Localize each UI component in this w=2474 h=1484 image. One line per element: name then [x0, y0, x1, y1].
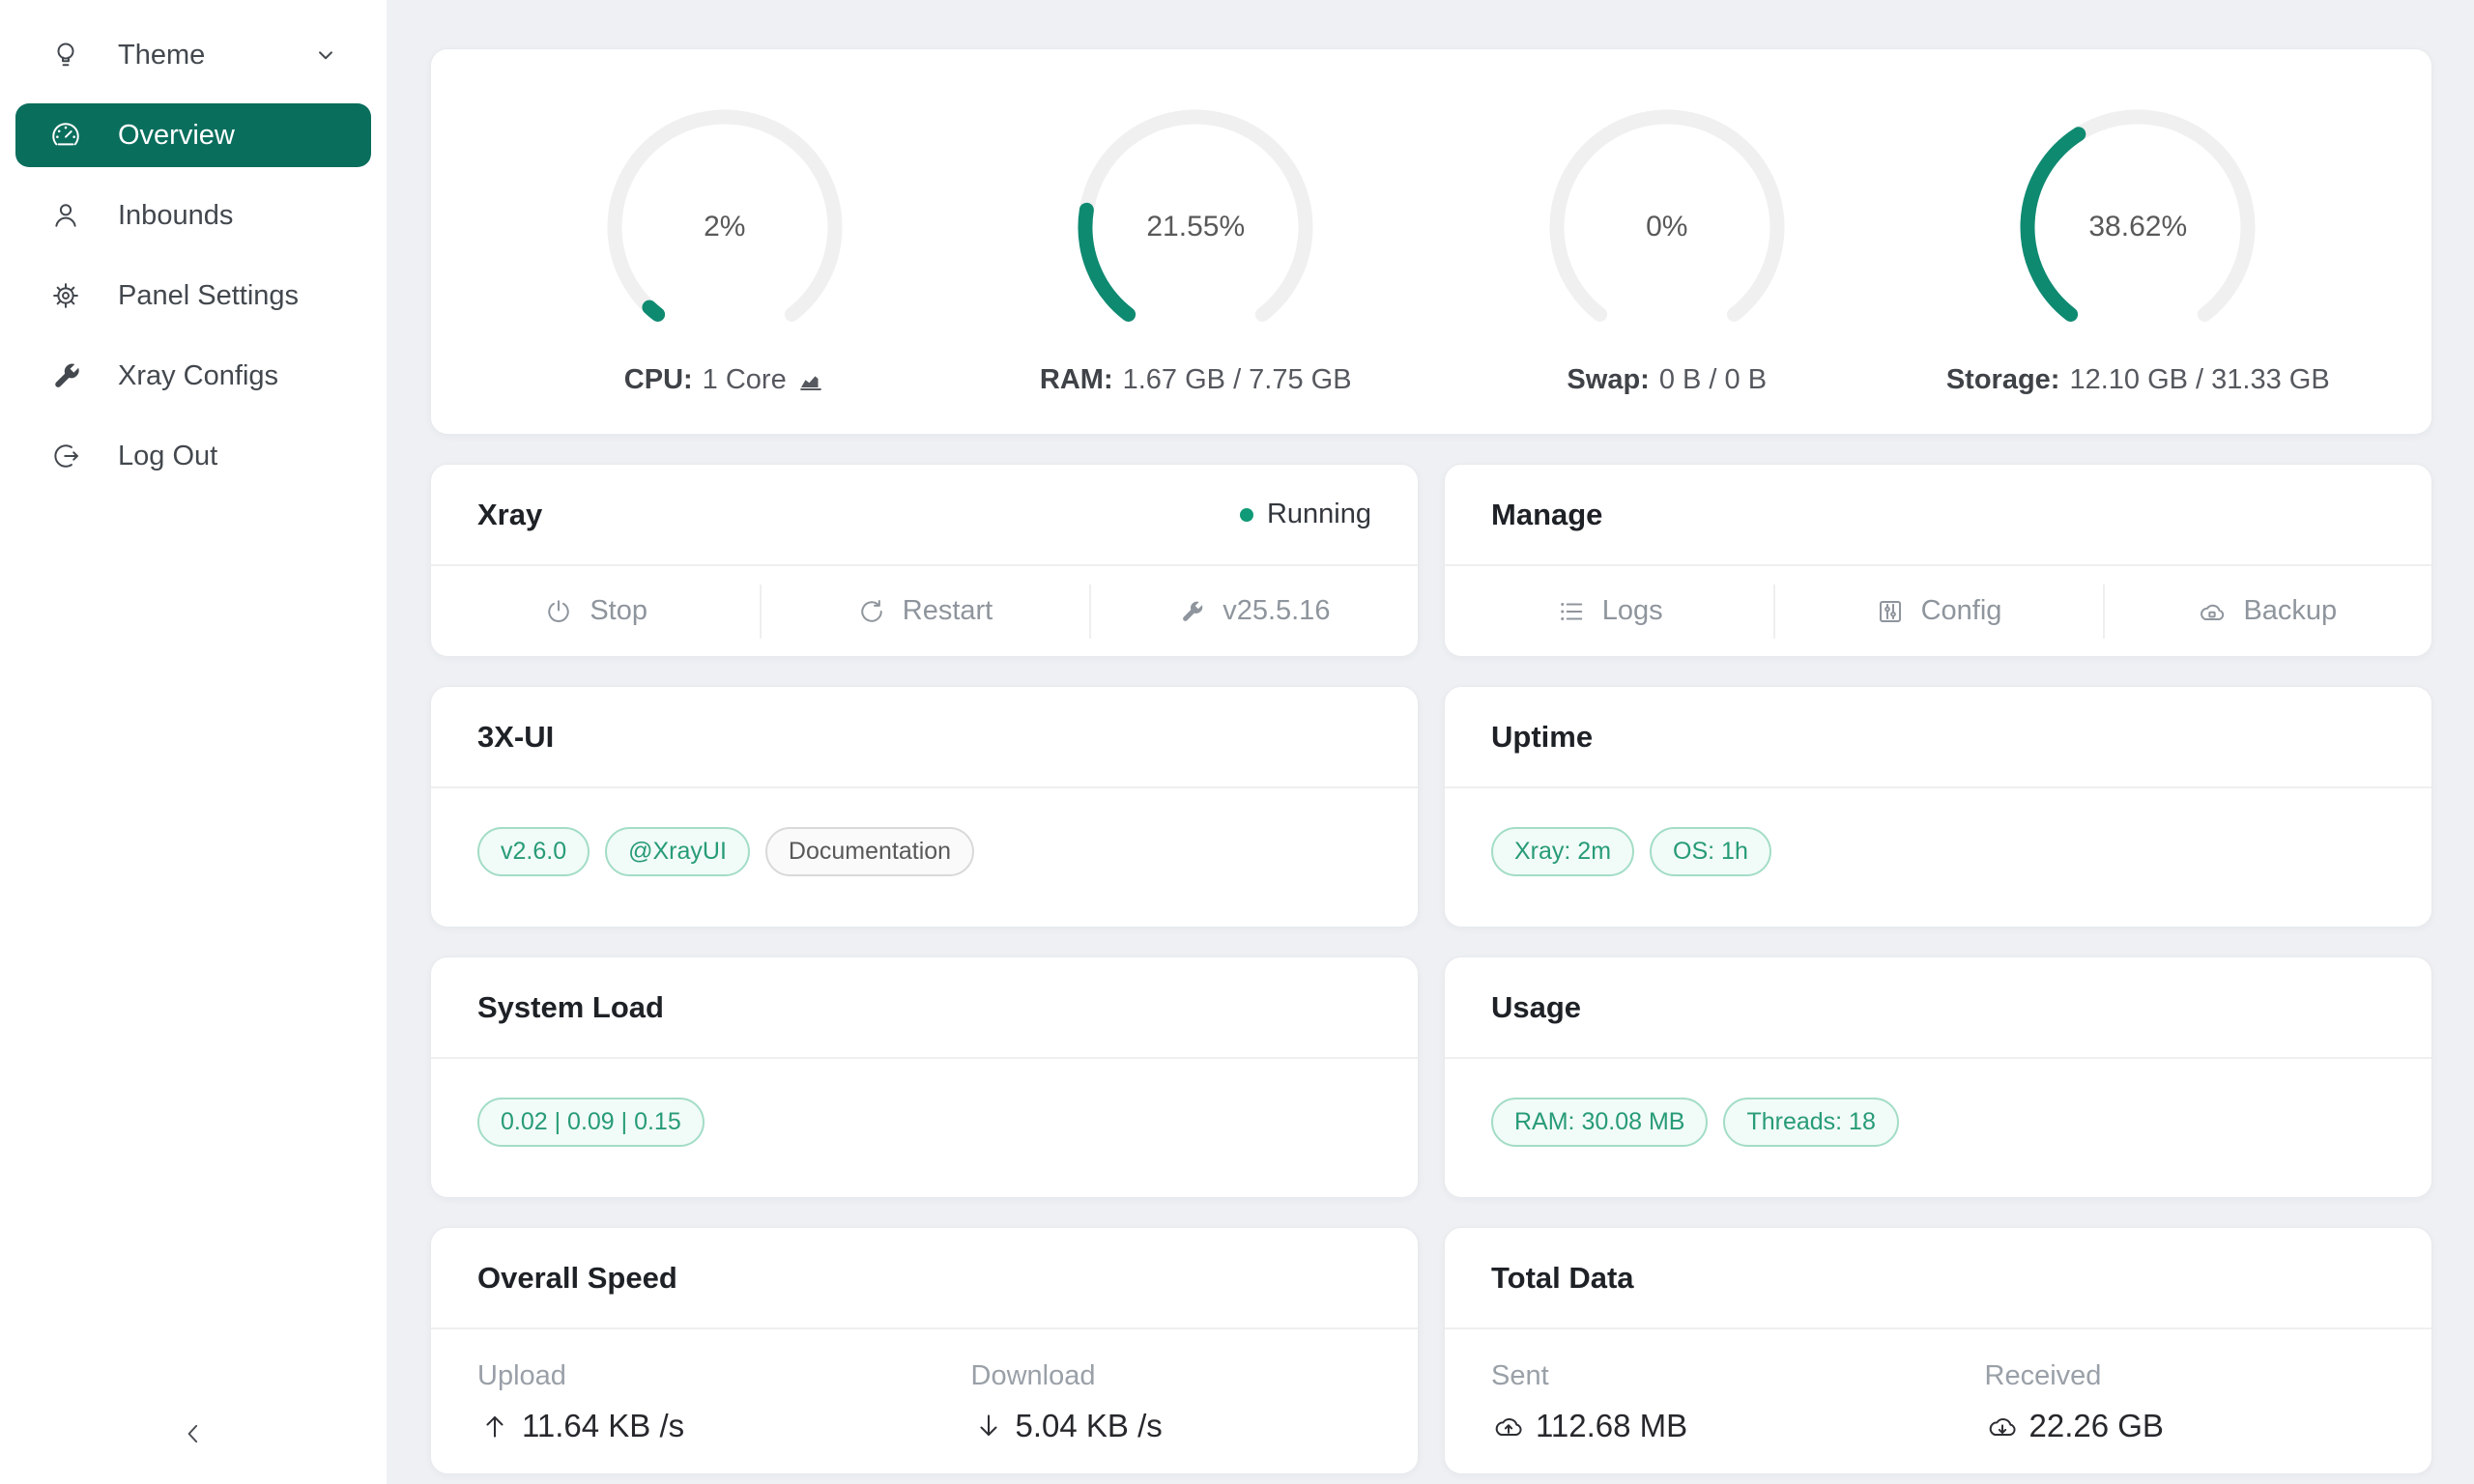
- main-content: 2% CPU: 1 Core 21.55%: [387, 0, 2474, 1484]
- sidebar-item-xray-configs[interactable]: Xray Configs: [15, 344, 371, 408]
- restart-button[interactable]: Restart: [760, 566, 1088, 656]
- sidebar-item-theme[interactable]: Theme: [15, 23, 371, 87]
- overall-speed-card-title: Overall Speed: [477, 1261, 677, 1296]
- manage-card: Manage Logs: [1444, 464, 2432, 657]
- xray-status: Running: [1240, 499, 1371, 530]
- sidebar-item-log-out[interactable]: Log Out: [15, 424, 371, 488]
- os-uptime-tag: OS: 1h: [1650, 827, 1771, 876]
- sidebar-item-label: Overview: [118, 120, 235, 152]
- config-button[interactable]: Config: [1773, 566, 2102, 656]
- xray-card-title: Xray: [477, 498, 542, 532]
- sidebar-item-panel-settings[interactable]: Panel Settings: [15, 264, 371, 328]
- sent-stat: Sent 112.68 MB: [1445, 1360, 1939, 1473]
- usage-card: Usage RAM: 30.08 MB Threads: 18: [1444, 956, 2432, 1198]
- xray-card: Xray Running Stop: [430, 464, 1419, 657]
- logs-button[interactable]: Logs: [1445, 566, 1773, 656]
- stop-button[interactable]: Stop: [431, 566, 760, 656]
- swap-label: Swap: 0 B / 0 B: [1567, 364, 1767, 396]
- sidebar: Theme Overview I: [0, 0, 387, 1484]
- uptime-card-title: Uptime: [1491, 720, 1593, 755]
- chevron-left-icon: [179, 1419, 208, 1448]
- cloud-backup-icon: [2197, 596, 2228, 627]
- arrow-up-icon: [477, 1409, 512, 1443]
- status-text: Running: [1267, 499, 1371, 530]
- sidebar-item-label: Xray Configs: [118, 360, 278, 392]
- system-load-card-title: System Load: [477, 990, 664, 1025]
- sidebar-item-label: Panel Settings: [118, 280, 299, 312]
- sidebar-item-label: Log Out: [118, 441, 217, 472]
- swap-percent: 0%: [1543, 103, 1791, 351]
- version-tag[interactable]: v2.6.0: [477, 827, 590, 876]
- overall-speed-card: Overall Speed Upload 11.64 KB /s: [430, 1227, 1419, 1474]
- user-icon: [48, 198, 83, 233]
- download-stat: Download 5.04 KB /s: [925, 1360, 1419, 1473]
- reload-icon: [856, 596, 887, 627]
- xui-card: 3X-UI v2.6.0 @XrayUI Documentation: [430, 686, 1419, 928]
- xrayui-tag[interactable]: @XrayUI: [605, 827, 750, 876]
- chevron-down-icon: [313, 43, 338, 68]
- system-status-card: 2% CPU: 1 Core 21.55%: [430, 48, 2432, 435]
- cloud-upload-icon: [1491, 1409, 1526, 1443]
- storage-label: Storage: 12.10 GB / 31.33 GB: [1946, 364, 2330, 396]
- cloud-download-icon: [1985, 1409, 2020, 1443]
- documentation-tag[interactable]: Documentation: [765, 827, 974, 876]
- logout-icon: [48, 439, 83, 473]
- received-label: Received: [1985, 1360, 2432, 1392]
- swap-gauge: 0% Swap: 0 B / 0 B: [1431, 103, 1903, 434]
- total-data-card: Total Data Sent 112.68 MB: [1444, 1227, 2432, 1474]
- sent-value: 112.68 MB: [1536, 1408, 1687, 1444]
- control-icon: [1875, 596, 1906, 627]
- total-data-card-title: Total Data: [1491, 1261, 1634, 1296]
- sent-label: Sent: [1491, 1360, 1939, 1392]
- list-icon: [1556, 596, 1587, 627]
- power-icon: [543, 596, 574, 627]
- storage-percent: 38.62%: [2014, 103, 2261, 351]
- received-value: 22.26 GB: [2029, 1408, 2164, 1444]
- upload-label: Upload: [477, 1360, 925, 1392]
- xray-version-button[interactable]: v25.5.16: [1089, 566, 1418, 656]
- sidebar-item-label: Theme: [118, 40, 205, 71]
- wrench-icon: [48, 358, 83, 393]
- uptime-card: Uptime Xray: 2m OS: 1h: [1444, 686, 2432, 928]
- sidebar-item-label: Inbounds: [118, 200, 233, 232]
- ram-label: RAM: 1.67 GB / 7.75 GB: [1040, 364, 1352, 396]
- area-chart-icon[interactable]: [796, 366, 825, 395]
- ram-usage-tag: RAM: 30.08 MB: [1491, 1098, 1708, 1147]
- ram-gauge: 21.55% RAM: 1.67 GB / 7.75 GB: [961, 103, 1432, 434]
- xray-uptime-tag: Xray: 2m: [1491, 827, 1634, 876]
- upload-stat: Upload 11.64 KB /s: [431, 1360, 925, 1473]
- upload-value: 11.64 KB /s: [522, 1408, 684, 1444]
- gear-icon: [48, 278, 83, 313]
- cpu-gauge: 2% CPU: 1 Core: [489, 103, 961, 434]
- manage-card-title: Manage: [1491, 498, 1602, 532]
- bulb-icon: [48, 38, 83, 72]
- usage-card-title: Usage: [1491, 990, 1581, 1025]
- sidebar-item-inbounds[interactable]: Inbounds: [15, 184, 371, 247]
- load-average-tag: 0.02 | 0.09 | 0.15: [477, 1098, 705, 1147]
- threads-tag: Threads: 18: [1723, 1098, 1898, 1147]
- sidebar-item-overview[interactable]: Overview: [15, 103, 371, 167]
- dashboard-icon: [48, 118, 83, 153]
- storage-gauge: 38.62% Storage: 12.10 GB / 31.33 GB: [1903, 103, 2374, 434]
- ram-percent: 21.55%: [1072, 103, 1319, 351]
- status-dot-icon: [1240, 508, 1253, 522]
- xui-card-title: 3X-UI: [477, 720, 554, 755]
- download-value: 5.04 KB /s: [1016, 1408, 1163, 1444]
- system-load-card: System Load 0.02 | 0.09 | 0.15: [430, 956, 1419, 1198]
- cpu-percent: 2%: [601, 103, 849, 351]
- wrench-icon: [1176, 596, 1207, 627]
- cpu-label: CPU: 1 Core: [624, 364, 825, 396]
- sidebar-collapse-button[interactable]: [0, 1405, 387, 1463]
- download-label: Download: [971, 1360, 1419, 1392]
- received-stat: Received 22.26 GB: [1939, 1360, 2432, 1473]
- arrow-down-icon: [971, 1409, 1006, 1443]
- backup-button[interactable]: Backup: [2103, 566, 2431, 656]
